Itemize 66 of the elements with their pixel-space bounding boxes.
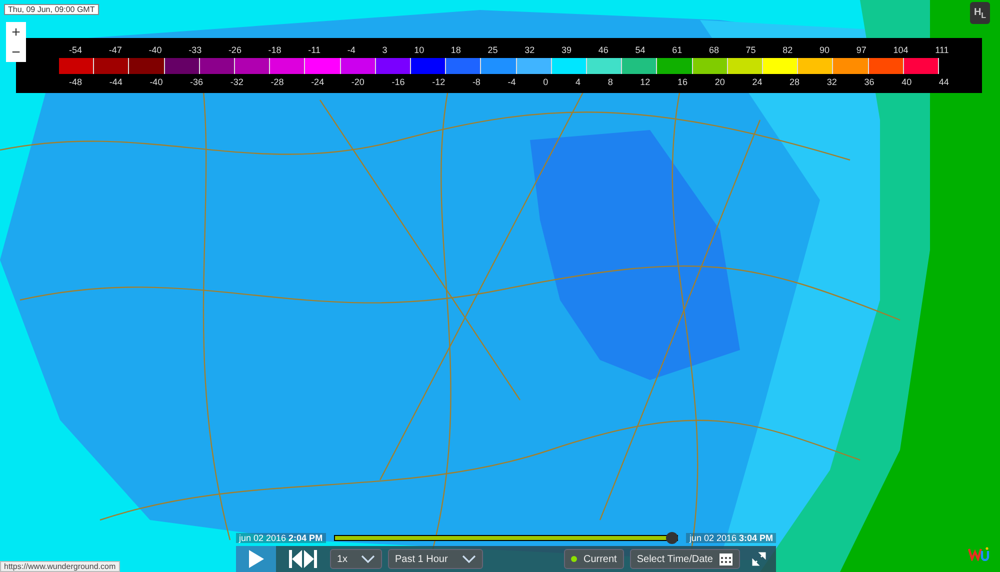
- scale-tick-label: -36: [190, 76, 204, 86]
- scale-tick-label: 82: [782, 44, 793, 54]
- scale-tick-label: -11: [308, 44, 320, 54]
- play-icon: [247, 549, 265, 569]
- scale-tick-label: 104: [893, 44, 908, 54]
- scale-tick-label: 39: [562, 44, 572, 54]
- timeline-slider[interactable]: [334, 532, 678, 544]
- speed-dropdown[interactable]: 1x: [330, 549, 382, 569]
- calendar-icon: [719, 552, 733, 566]
- scale-tick-label: -8: [472, 76, 480, 86]
- scale-tick-label: 4: [575, 76, 580, 86]
- scale-tick-label: -40: [148, 44, 162, 54]
- scale-tick-label: 0: [543, 76, 548, 86]
- scale-tick-label: 68: [708, 44, 719, 54]
- scale-tick-label: -54: [69, 44, 82, 54]
- scale-tick-label: 46: [598, 44, 608, 54]
- chevron-down-icon: [462, 555, 476, 563]
- end-time-label: jun 02 2016 3:04 PM: [686, 533, 776, 543]
- scale-tick-label: -47: [108, 44, 122, 54]
- expand-icon: [752, 552, 766, 566]
- scale-tick-label: 111: [935, 44, 949, 54]
- play-button[interactable]: [236, 546, 276, 572]
- start-time-label: jun 02 2016 2:04 PM: [236, 533, 326, 543]
- time-range-dropdown[interactable]: Past 1 Hour: [388, 549, 483, 569]
- scale-tick-label: -18: [268, 44, 282, 54]
- scale-tick-label: 16: [678, 76, 688, 86]
- scale-tick-label: 90: [820, 44, 830, 54]
- scale-tick-label: 3: [382, 44, 388, 54]
- scale-tick-label: 54: [635, 44, 646, 54]
- scale-tick-label: 12: [640, 76, 650, 86]
- scale-tick-label: 44: [938, 76, 949, 86]
- scale-tick-label: 8: [608, 76, 613, 86]
- scale-tick-label: -32: [230, 76, 244, 86]
- scale-tick-label: 32: [826, 76, 837, 86]
- status-url: https://www.wunderground.com: [0, 561, 120, 572]
- scale-tick-label: 10: [414, 44, 424, 54]
- scale-tick-label: -44: [109, 76, 122, 86]
- scale-tick-label: -12: [432, 76, 446, 86]
- scale-tick-label: -28: [270, 76, 284, 86]
- scale-tick-label: 97: [856, 44, 866, 54]
- scale-tick-label: 20: [714, 76, 725, 86]
- skip-icon: [288, 549, 318, 569]
- logo-icon: [968, 547, 990, 561]
- scale-tick-label: 40: [902, 76, 912, 86]
- scale-tick-label: 25: [488, 44, 498, 54]
- scale-tick-label: 32: [524, 44, 535, 54]
- scale-tick-label: -33: [188, 44, 202, 54]
- scale-tick-label: 28: [790, 76, 800, 86]
- scale-tick-label: -20: [351, 76, 364, 86]
- timestamp-label: Thu, 09 Jun, 09:00 GMT: [4, 4, 99, 15]
- scale-tick-label: 18: [450, 44, 461, 54]
- high-low-toggle[interactable]: H$_{L}$: [970, 2, 990, 24]
- scale-tick-label: 24: [752, 76, 762, 86]
- select-time-date-button[interactable]: Select Time/Date: [630, 549, 740, 569]
- scale-tick-label: 61: [672, 44, 682, 54]
- current-button[interactable]: Current: [564, 549, 624, 569]
- scale-tick-label: -4: [347, 44, 356, 54]
- scale-tick-label: -40: [150, 76, 163, 86]
- scale-tick-label: -24: [311, 76, 324, 86]
- scale-tick-label: -4: [508, 76, 516, 86]
- chevron-down-icon: [361, 555, 375, 563]
- scale-tick-label: -16: [392, 76, 405, 86]
- scale-tick-label: -48: [69, 76, 82, 86]
- scale-tick-label: 36: [864, 76, 874, 86]
- scale-tick-label: -26: [228, 44, 242, 54]
- scale-tick-label: 75: [746, 44, 756, 54]
